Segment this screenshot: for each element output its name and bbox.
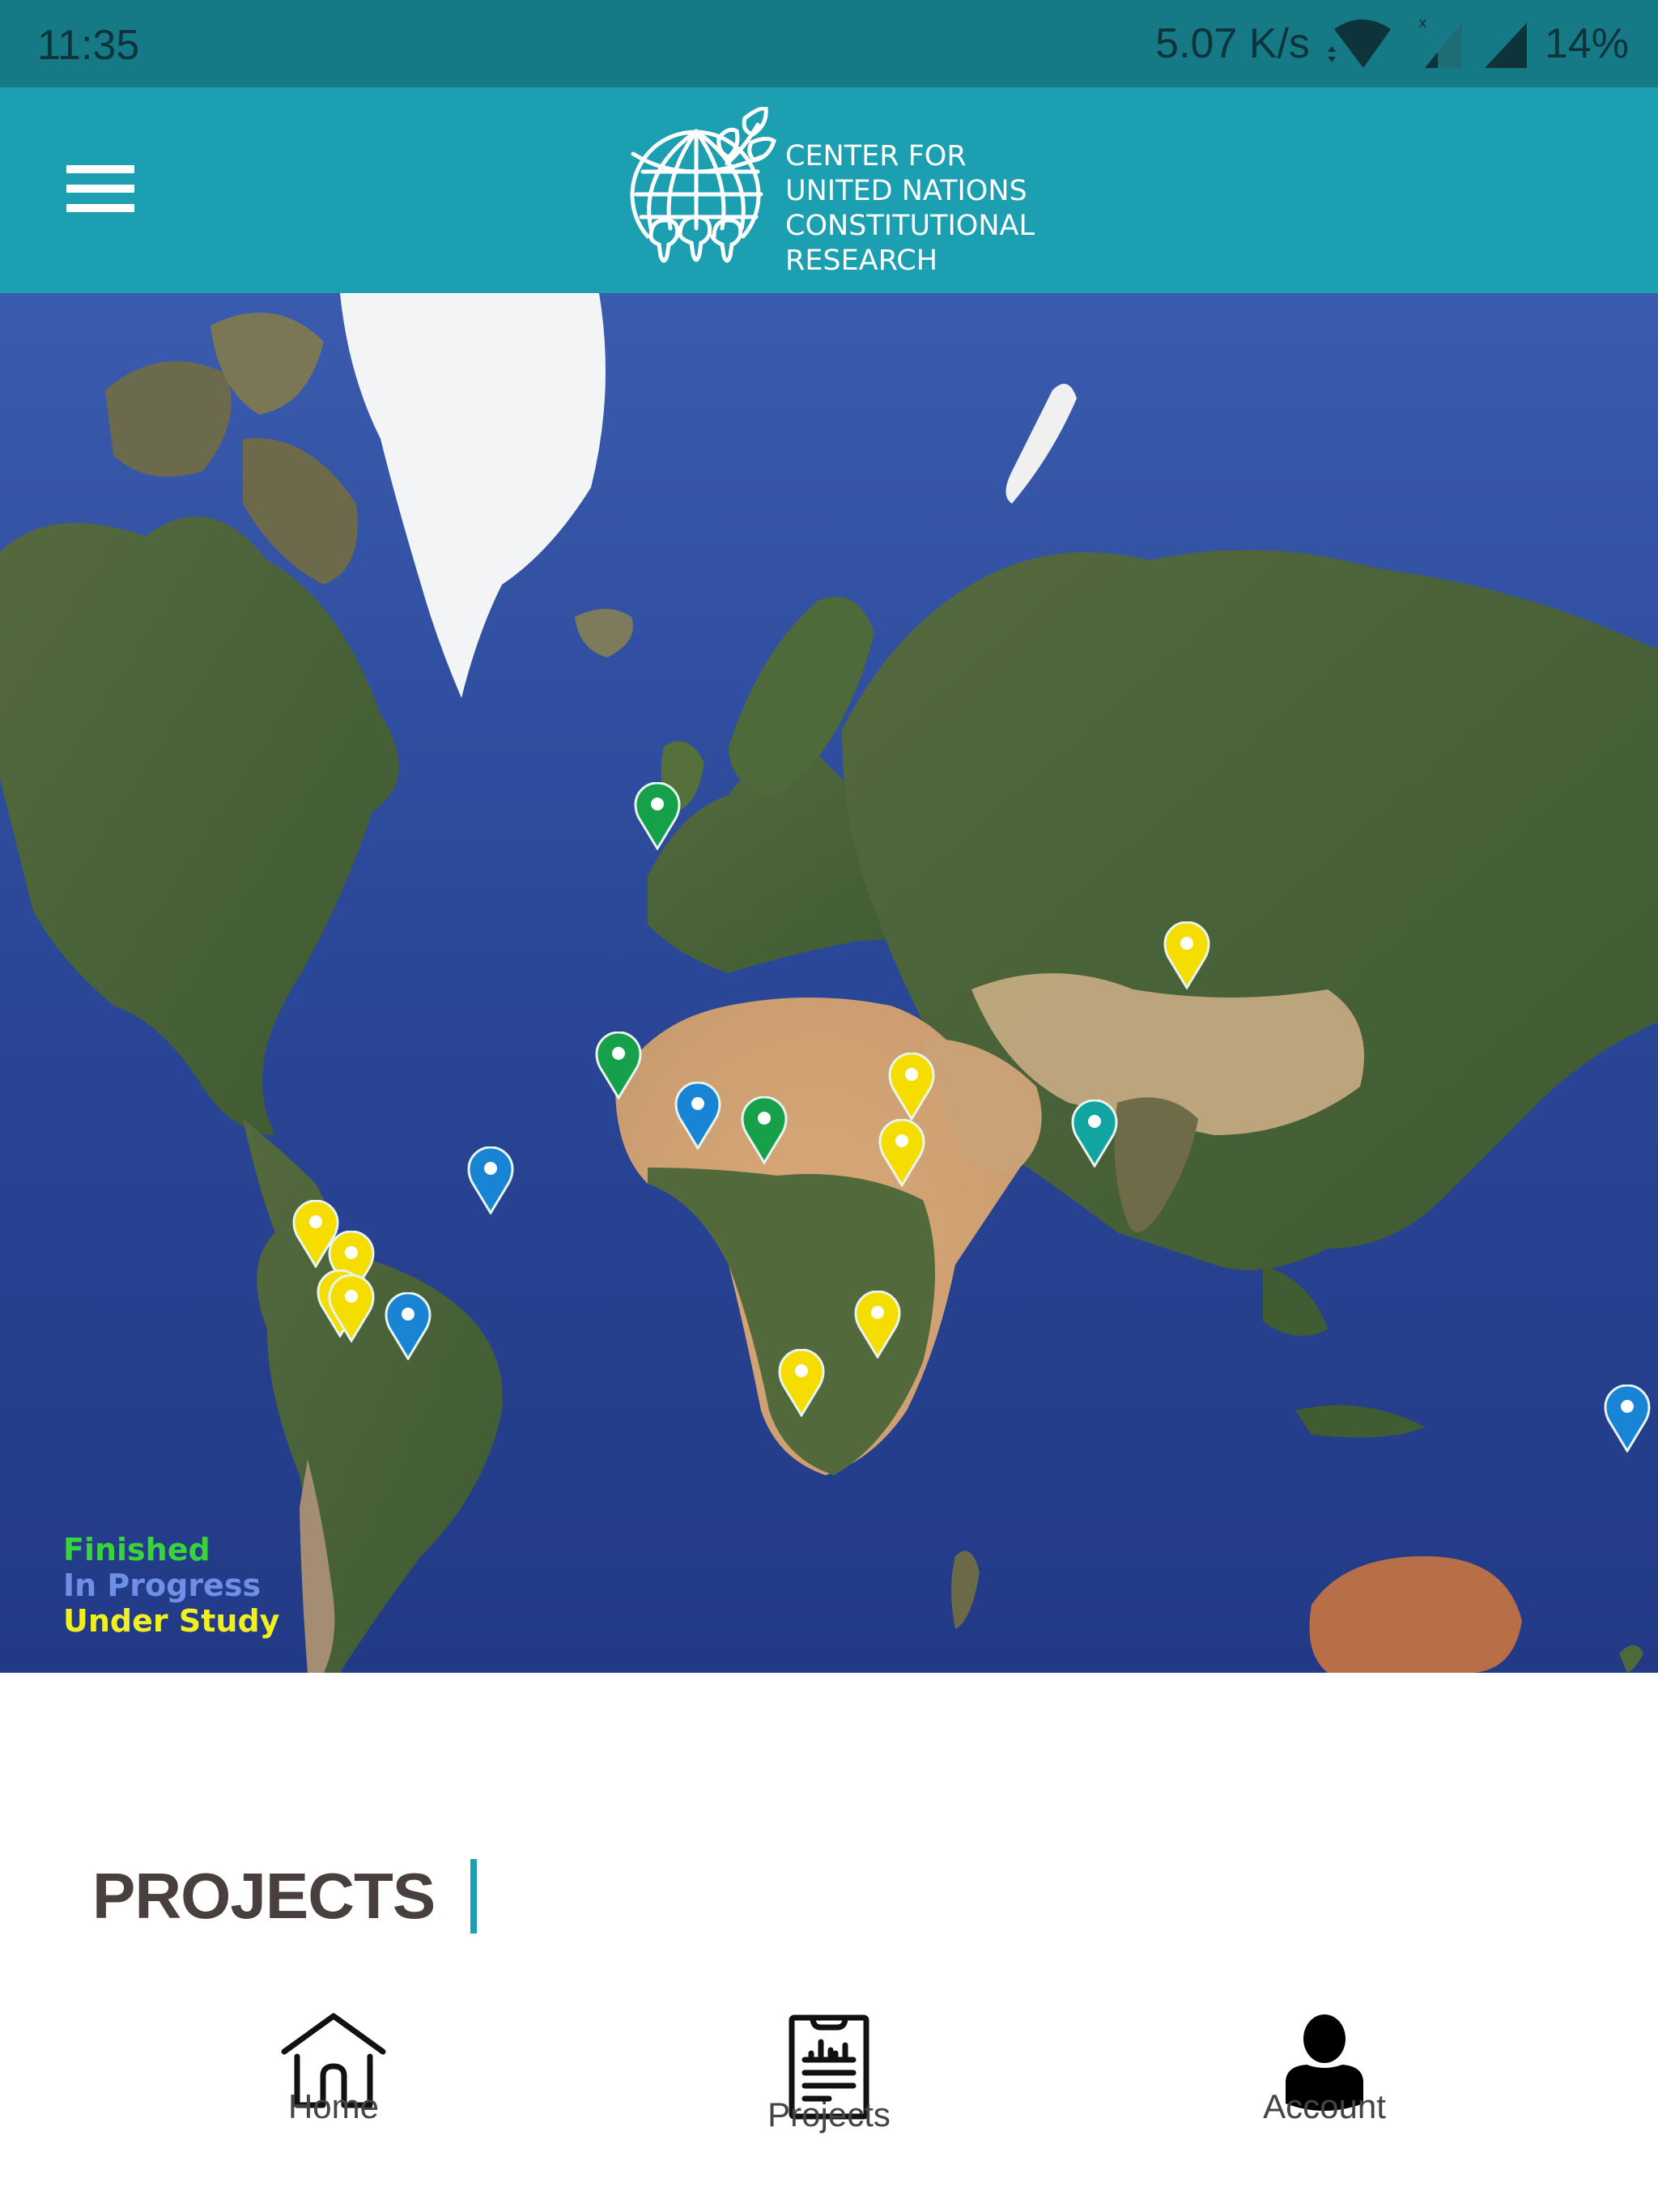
map-legend: Finished In Progress Under Study (63, 1532, 279, 1639)
logo-line: CONSTITUTIONAL (785, 210, 1035, 242)
map-background (0, 293, 1658, 1673)
nav-projects-label: Projects (767, 2095, 891, 2133)
map-pin-under-study[interactable] (328, 1274, 375, 1342)
globe-leaves-people-logo (630, 107, 776, 263)
network-speed: 5.07 K/s (1155, 20, 1310, 67)
projects-title: PROJECTS (92, 1860, 436, 1932)
logo-line: RESEARCH (785, 245, 938, 277)
legend-item-in-progress: In Progress (63, 1568, 261, 1603)
nav-projects[interactable]: Projects (708, 1992, 950, 2212)
nav-home-label: Home (287, 2087, 380, 2125)
map-pin-under-study[interactable] (888, 1053, 935, 1121)
map-pin-finished[interactable] (634, 782, 681, 850)
map-pin-under-study[interactable] (778, 1349, 825, 1417)
title-accent-bar (470, 1859, 478, 1933)
map-pin-under-study[interactable] (1163, 921, 1210, 989)
map-pin-under-study[interactable] (854, 1291, 901, 1359)
legend-item-finished: Finished (63, 1532, 210, 1568)
status-indicators: 5.07 K/s x 14% (1155, 15, 1629, 73)
nav-account[interactable]: Account (1203, 1992, 1446, 2212)
organization-logo[interactable]: CENTER FOR UNITED NATIONS CONSTITUTIONAL… (623, 107, 1061, 277)
map-pin-finished[interactable] (741, 1096, 788, 1164)
map-pin-in-progress[interactable] (674, 1082, 721, 1150)
logo-text: CENTER FOR UNITED NATIONS CONSTITUTIONAL… (785, 139, 1035, 279)
map-pin-teal[interactable] (1071, 1100, 1118, 1168)
nav-account-label: Account (1263, 2087, 1386, 2125)
legend-item-under-study: Under Study (63, 1603, 280, 1639)
map-pin-under-study[interactable] (878, 1119, 925, 1187)
status-bar: 11:35 5.07 K/s x 14% (0, 0, 1658, 87)
app-header: CENTER FOR UNITED NATIONS CONSTITUTIONAL… (0, 87, 1658, 293)
battery-percent: 14% (1544, 20, 1629, 67)
signal-icon (1480, 15, 1530, 73)
map-pin-in-progress[interactable] (1604, 1385, 1651, 1453)
wifi-icon (1324, 15, 1402, 73)
map-pin-in-progress[interactable] (467, 1146, 514, 1214)
svg-text:x: x (1418, 15, 1427, 32)
map-pin-in-progress[interactable] (385, 1292, 432, 1360)
signal-no-data-icon: x (1417, 15, 1465, 73)
projects-world-map[interactable]: Finished In Progress Under Study (0, 293, 1658, 1673)
logo-line: UNITED NATIONS (785, 175, 1027, 207)
hamburger-menu-icon[interactable] (66, 165, 134, 214)
status-time: 11:35 (37, 22, 140, 69)
map-pin-finished[interactable] (595, 1032, 642, 1100)
projects-section-header: PROJECTS (92, 1859, 478, 1933)
bottom-navigation: Home Projects Account (0, 1992, 1658, 2212)
nav-home[interactable]: Home (212, 1992, 455, 2212)
logo-line: CENTER FOR (785, 140, 967, 172)
